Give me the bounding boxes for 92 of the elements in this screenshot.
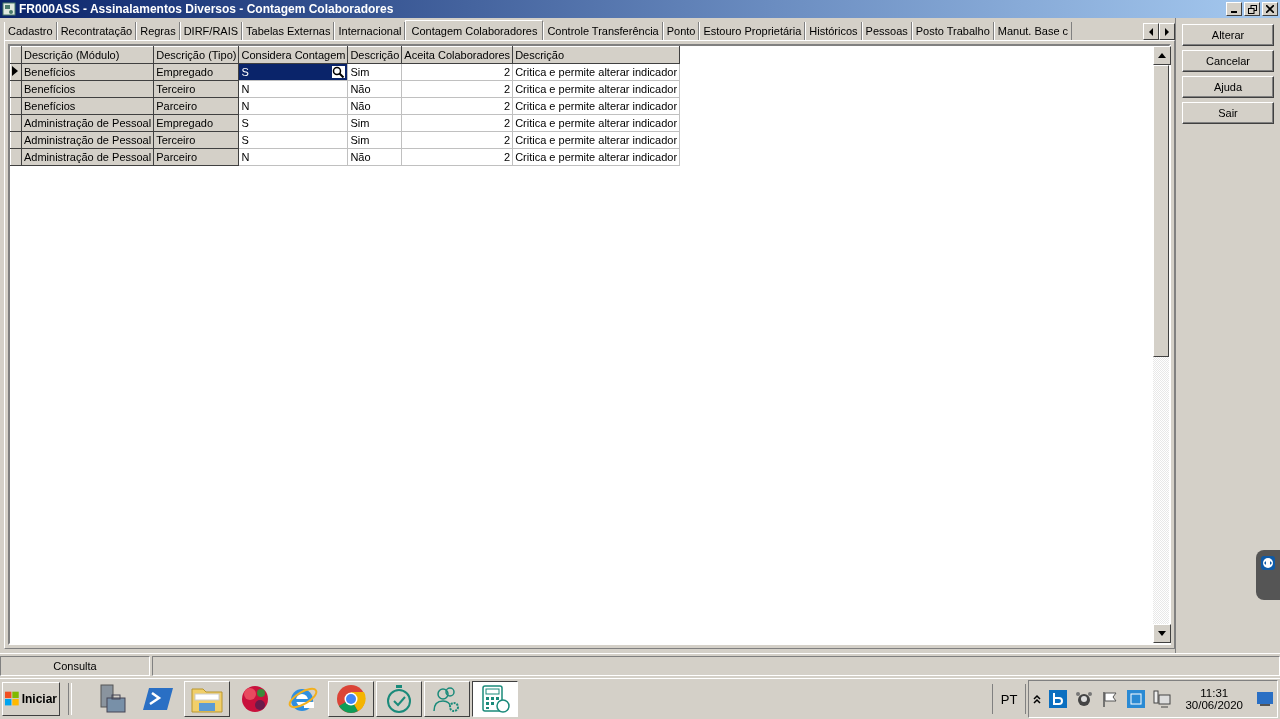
chrome-icon [336,684,366,714]
current-row-icon [12,66,18,76]
table-cell[interactable]: Não [347,97,402,115]
status-panel: Consulta [0,656,150,676]
flag-icon[interactable] [1101,690,1120,708]
tab[interactable]: Recontratação [56,22,137,40]
column-header[interactable]: Aceita Colaboradores [401,46,513,64]
tray-app-icon[interactable] [1049,690,1068,708]
row-indicator[interactable] [10,148,22,166]
table-cell[interactable]: Critica e permite alterar indicador [512,97,680,115]
table-cell[interactable]: Critica e permite alterar indicador [512,114,680,132]
tab[interactable]: Estouro Proprietária [699,22,806,40]
action-button[interactable]: Alterar [1182,24,1274,46]
table-cell[interactable]: Critica e permite alterar indicador [512,80,680,98]
language-indicator[interactable]: PT [991,684,1027,714]
down-arrow-icon [1158,631,1166,636]
table-cell[interactable]: Critica e permite alterar indicador [512,63,680,81]
table-cell[interactable]: N [238,80,348,98]
row-indicator[interactable] [10,114,22,132]
table-cell[interactable]: Critica e permite alterar indicador [512,148,680,166]
folder-icon [191,685,223,713]
tab[interactable]: Históricos [805,22,862,40]
tab[interactable]: Controle Transferência [543,22,663,40]
tab[interactable]: Contagem Colaboradores [405,20,544,40]
show-desktop-icon[interactable] [1257,692,1273,706]
tab[interactable]: Manut. Base c [993,22,1073,40]
table-cell[interactable]: 2 [401,114,513,132]
column-header[interactable]: Descrição (Módulo) [21,46,154,64]
action-button[interactable]: Ajuda [1182,76,1274,98]
powershell-icon [143,686,175,712]
table-cell[interactable]: S [238,114,348,132]
scroll-thumb[interactable] [1153,65,1169,357]
stopwatch-icon [384,684,414,714]
side-tab[interactable] [1256,550,1280,600]
tab[interactable]: Pessoas [861,22,912,40]
minimize-button[interactable] [1226,2,1242,16]
restore-button[interactable] [1244,2,1260,16]
users-gear-icon [432,684,462,714]
close-button[interactable] [1262,2,1278,16]
table-cell[interactable]: Sim [347,63,402,81]
search-icon[interactable] [332,66,346,78]
remote-control-icon [1261,556,1275,570]
row-indicator[interactable] [10,80,22,98]
column-header[interactable]: Descrição [512,46,680,64]
tab[interactable]: Internacional [334,22,406,40]
row-indicator[interactable] [10,131,22,149]
tab[interactable]: Regras [136,22,180,40]
ball-icon [240,684,270,714]
scroll-right-button[interactable] [1159,23,1175,40]
windows-logo-icon [5,691,20,707]
vertical-scrollbar[interactable] [1153,46,1169,643]
tab[interactable]: DIRF/RAIS [179,22,243,40]
right-arrow-icon [1164,27,1170,36]
action-button[interactable]: Sair [1182,102,1274,124]
table-cell[interactable]: N [238,97,348,115]
table-cell[interactable]: Critica e permite alterar indicador [512,131,680,149]
tab[interactable]: Tabelas Externas [242,22,335,40]
column-header[interactable]: Considera Contagem [238,46,348,64]
tab[interactable]: Posto Trabalho [911,22,994,40]
table-cell[interactable]: 2 [401,148,513,166]
table-cell[interactable]: Sim [347,131,402,149]
clock[interactable]: 11:31 30/06/2020 [1185,687,1243,711]
row-indicator[interactable] [10,63,22,81]
left-arrow-icon [1148,27,1154,36]
app-icon [2,2,16,16]
table-cell[interactable]: N [238,148,348,166]
row-indicator[interactable] [10,97,22,115]
scroll-up-button[interactable] [1153,46,1171,65]
tab[interactable]: Cadastro [4,22,57,40]
action-button[interactable]: Cancelar [1182,50,1274,72]
column-header[interactable]: Descrição (Tipo) [153,46,239,64]
chevron-up-icon[interactable] [1033,694,1042,704]
table-cell[interactable]: 2 [401,80,513,98]
network-icon[interactable] [1153,690,1172,708]
calculator-icon [480,684,510,714]
close-icon [1266,5,1274,13]
tab[interactable]: Ponto [662,22,700,40]
table-cell[interactable]: Não [347,80,402,98]
table-cell[interactable]: S [238,131,348,149]
scroll-left-button[interactable] [1143,23,1159,40]
table-cell[interactable]: 2 [401,97,513,115]
column-header[interactable]: Descrição [347,46,402,64]
table-cell[interactable]: 2 [401,131,513,149]
start-button[interactable]: Iniciar [2,682,60,716]
up-arrow-icon [1158,53,1166,58]
window-title: FR000ASS - Assinalamentos Diversos - Contagem Colaboradores [19,2,395,16]
restore-icon [1247,4,1257,14]
table-cell[interactable]: 2 [401,63,513,81]
table-cell[interactable]: Não [347,148,402,166]
table-cell[interactable]: Sim [347,114,402,132]
taskbar-button[interactable] [472,681,518,717]
scroll-down-button[interactable] [1153,624,1171,643]
